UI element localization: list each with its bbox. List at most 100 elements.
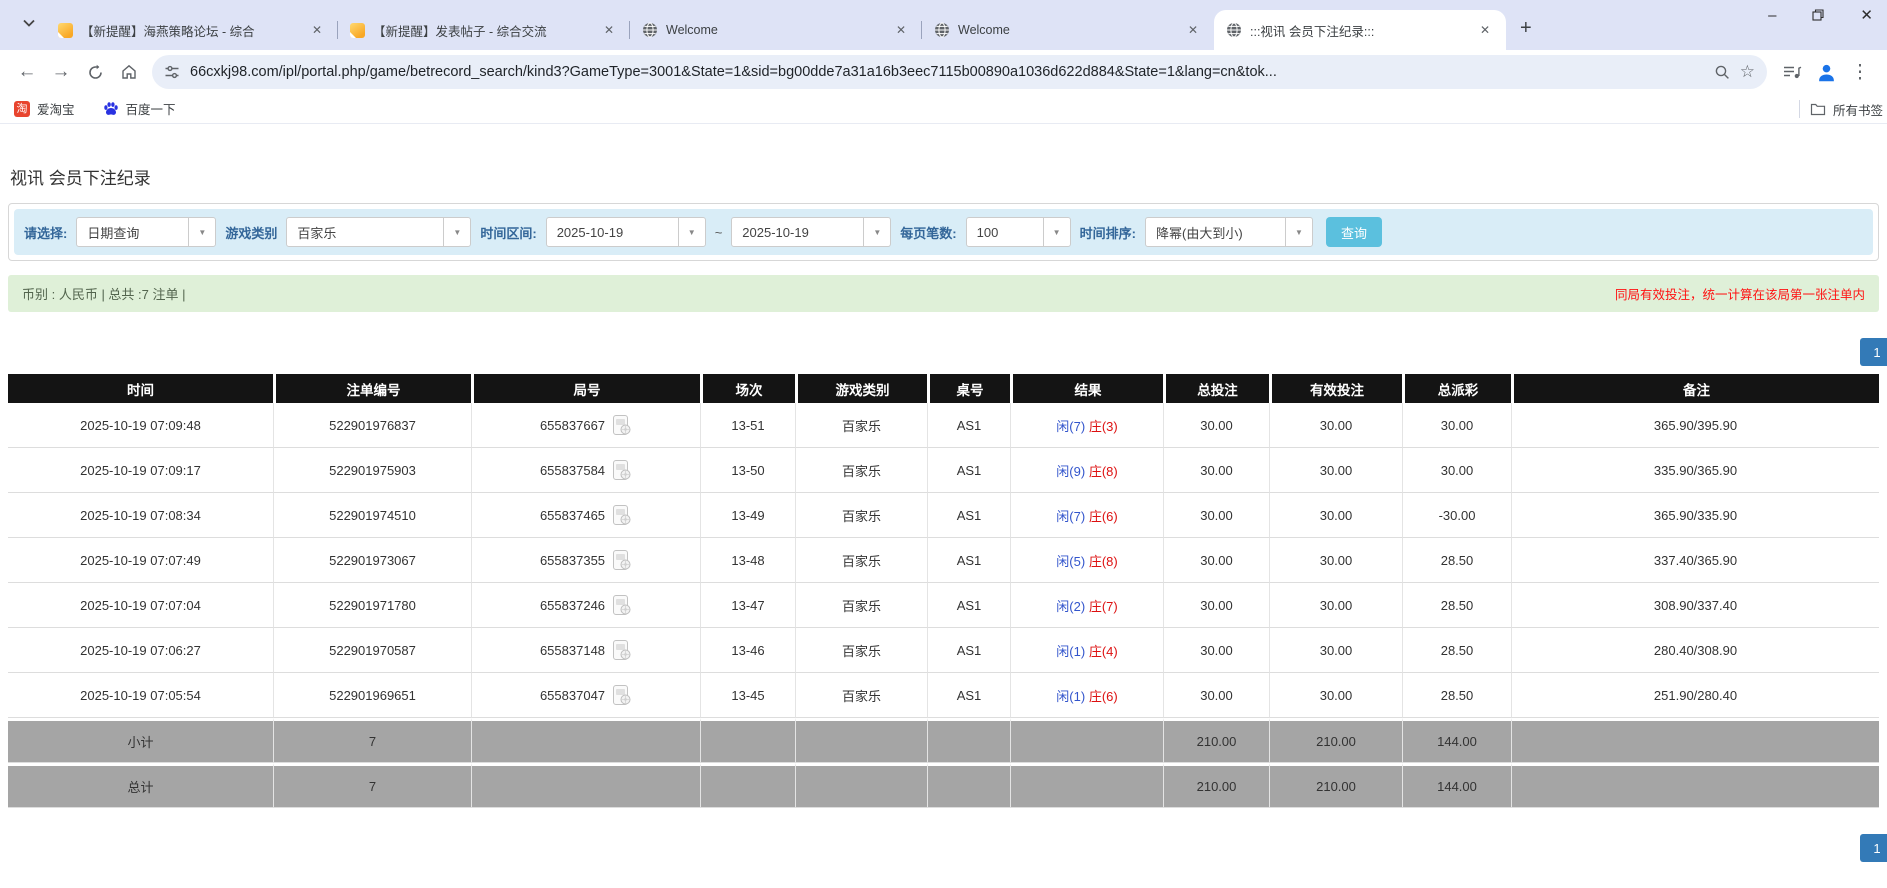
pagination-bottom-row: 1 <box>8 834 1879 864</box>
sort-select[interactable]: 降幂(由大到小) ▼ <box>1145 217 1313 247</box>
bookmark-item-baidu[interactable]: 百度一下 <box>103 99 176 118</box>
payout: 30.00 <box>1402 403 1511 448</box>
video-replay-icon[interactable] <box>612 594 632 616</box>
query-type-select[interactable]: 日期查询 ▼ <box>76 217 216 247</box>
tab-3[interactable]: Welcome✕ <box>630 10 922 50</box>
total-bet[interactable]: 30.00 <box>1163 583 1269 628</box>
profile-avatar-icon[interactable] <box>1809 55 1843 89</box>
banker-result: 庄(7) <box>1089 599 1118 614</box>
tab-4[interactable]: Welcome✕ <box>922 10 1214 50</box>
url-text[interactable]: 66cxkj98.com/ipl/portal.php/game/betreco… <box>190 64 1704 80</box>
bet-time: 2025-10-19 07:05:54 <box>8 673 273 718</box>
total-bet[interactable]: 30.00 <box>1163 403 1269 448</box>
media-controls-icon[interactable] <box>1775 55 1809 89</box>
total-label: 总计 <box>8 763 273 808</box>
payout: -30.00 <box>1402 493 1511 538</box>
minimize-button[interactable]: – <box>1768 7 1776 24</box>
page-size-select[interactable]: 100 ▼ <box>966 217 1071 247</box>
total-bet[interactable]: 30.00 <box>1163 493 1269 538</box>
column-header: 有效投注 <box>1269 374 1402 403</box>
summary-note-text: 同局有效投注，统一计算在该局第一张注单内 <box>1615 284 1865 303</box>
close-tab-icon[interactable]: ✕ <box>892 22 910 38</box>
video-replay-icon[interactable] <box>612 414 632 436</box>
restore-button[interactable] <box>1812 9 1824 21</box>
table-row: 2025-10-19 07:06:27522901970587655837148… <box>8 628 1879 673</box>
video-replay-icon[interactable] <box>612 684 632 706</box>
table-number: AS1 <box>927 538 1010 583</box>
home-icon[interactable] <box>112 55 146 89</box>
game-type: 百家乐 <box>795 493 927 538</box>
valid-bet: 30.00 <box>1269 403 1402 448</box>
chevron-down-icon: ▼ <box>863 218 890 246</box>
payout: 28.50 <box>1402 583 1511 628</box>
video-replay-icon[interactable] <box>612 459 632 481</box>
tab-2[interactable]: 【新提醒】发表帖子 - 综合交流 ✕ <box>338 10 630 50</box>
bookmarks-right: 所有书签 <box>1799 94 1883 124</box>
new-tab-button[interactable]: + <box>1520 18 1532 38</box>
bet-id: 522901971780 <box>273 583 471 628</box>
payout: 28.50 <box>1402 538 1511 583</box>
total-count: 7 <box>273 763 471 808</box>
page-size-value: 100 <box>967 218 1043 246</box>
zoom-icon[interactable] <box>1714 64 1730 80</box>
total-bet[interactable]: 30.00 <box>1163 448 1269 493</box>
game-type: 百家乐 <box>795 628 927 673</box>
subtotal-total-bet: 210.00 <box>1163 718 1269 763</box>
bet-time: 2025-10-19 07:09:17 <box>8 448 273 493</box>
player-result: 闲(5) <box>1056 554 1085 569</box>
tab-search-chevron-icon[interactable] <box>22 15 36 33</box>
close-window-button[interactable]: ✕ <box>1860 6 1873 24</box>
refresh-icon[interactable] <box>78 55 112 89</box>
total-bet[interactable]: 30.00 <box>1163 538 1269 583</box>
total-bet[interactable]: 30.00 <box>1163 628 1269 673</box>
tab-title: 【新提醒】海燕策略论坛 - 综合 <box>81 21 300 40</box>
date-from-select[interactable]: 2025-10-19 ▼ <box>546 217 706 247</box>
close-tab-icon[interactable]: ✕ <box>1476 22 1494 38</box>
column-header: 时间 <box>8 374 273 403</box>
round-number: 655837047 <box>540 688 605 703</box>
table-row: 2025-10-19 07:07:49522901973067655837355… <box>8 538 1879 583</box>
subtotal-count: 7 <box>273 718 471 763</box>
table-number: AS1 <box>927 673 1010 718</box>
note-icon <box>58 23 73 38</box>
bookmark-item-aitaobao[interactable]: 淘 爱淘宝 <box>14 99 75 118</box>
globe-icon <box>1226 22 1242 38</box>
remark: 365.90/395.90 <box>1511 403 1879 448</box>
bookmark-star-icon[interactable]: ☆ <box>1740 62 1755 82</box>
search-button[interactable]: 查询 <box>1326 217 1382 247</box>
filter-panel: 请选择: 日期查询 ▼ 游戏类别 百家乐 ▼ 时间区间: 2025-10-19 … <box>8 203 1879 261</box>
banker-result: 庄(6) <box>1089 509 1118 524</box>
round-id: 655837465 <box>471 493 700 538</box>
game-type-select[interactable]: 百家乐 ▼ <box>286 217 471 247</box>
pagination-page-button[interactable]: 1 <box>1860 834 1887 862</box>
address-bar[interactable]: 66cxkj98.com/ipl/portal.php/game/betreco… <box>152 55 1767 89</box>
total-bet[interactable]: 30.00 <box>1163 673 1269 718</box>
date-to-select[interactable]: 2025-10-19 ▼ <box>731 217 891 247</box>
close-tab-icon[interactable]: ✕ <box>600 22 618 38</box>
filter-bar: 请选择: 日期查询 ▼ 游戏类别 百家乐 ▼ 时间区间: 2025-10-19 … <box>14 209 1873 255</box>
session-number: 13-46 <box>700 628 795 673</box>
tab-title: 【新提醒】发表帖子 - 综合交流 <box>373 21 592 40</box>
video-replay-icon[interactable] <box>612 639 632 661</box>
pagination-page-button[interactable]: 1 <box>1860 338 1887 366</box>
site-settings-tune-icon[interactable] <box>164 64 180 80</box>
forward-icon[interactable]: → <box>44 55 78 89</box>
all-bookmarks-button[interactable]: 所有书签 <box>1810 100 1883 119</box>
valid-bet: 30.00 <box>1269 628 1402 673</box>
game-type: 百家乐 <box>795 448 927 493</box>
table-subtotal-row: 小计 7 210.00 210.00 144.00 <box>8 718 1879 763</box>
valid-bet: 30.00 <box>1269 448 1402 493</box>
back-icon[interactable]: ← <box>10 55 44 89</box>
close-tab-icon[interactable]: ✕ <box>308 22 326 38</box>
tab-5[interactable]: :::视讯 会员下注纪录:::✕ <box>1214 10 1506 50</box>
tab-1[interactable]: 【新提醒】海燕策略论坛 - 综合 ✕ <box>46 10 338 50</box>
chevron-down-icon: ▼ <box>188 218 215 246</box>
tilde-separator: ~ <box>715 225 723 240</box>
video-replay-icon[interactable] <box>612 504 632 526</box>
tab-strip: 【新提醒】海燕策略论坛 - 综合✕【新提醒】发表帖子 - 综合交流✕Welcom… <box>0 0 1887 50</box>
close-tab-icon[interactable]: ✕ <box>1184 22 1202 38</box>
bet-id: 522901970587 <box>273 628 471 673</box>
video-replay-icon[interactable] <box>612 549 632 571</box>
player-result: 闲(7) <box>1056 509 1085 524</box>
menu-dots-icon[interactable]: ⋮ <box>1843 55 1877 89</box>
